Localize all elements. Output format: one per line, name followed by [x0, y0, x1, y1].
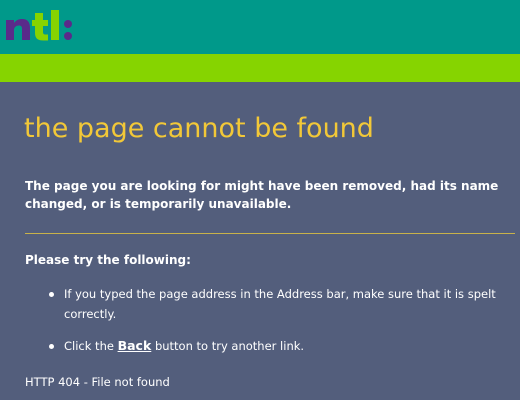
suggestion-back: Click the Back button to try another lin… — [49, 336, 509, 356]
divider — [25, 233, 515, 234]
suggestion-text-before: Click the — [64, 339, 118, 353]
http-status: HTTP 404 - File not found — [25, 375, 170, 389]
suggestion-text: If you typed the page address in the Add… — [64, 287, 496, 321]
suggestion-text-after: button to try another link. — [154, 339, 305, 353]
bullet-icon — [49, 292, 54, 297]
suggestions-list: If you typed the page address in the Add… — [49, 284, 509, 356]
suggestions-heading: Please try the following: — [25, 253, 191, 267]
back-link[interactable]: Back — [118, 338, 152, 353]
error-content: the page cannot be found The page you ar… — [0, 82, 520, 400]
page-title: the page cannot be found — [24, 113, 374, 144]
green-stripe — [0, 54, 520, 82]
error-description: The page you are looking for might have … — [25, 179, 499, 211]
ntl-logo-icon — [6, 10, 72, 41]
suggestion-check-address: If you typed the page address in the Add… — [49, 284, 509, 324]
ntl-logo[interactable] — [4, 2, 88, 46]
bullet-icon — [49, 344, 54, 349]
site-header — [0, 0, 520, 54]
